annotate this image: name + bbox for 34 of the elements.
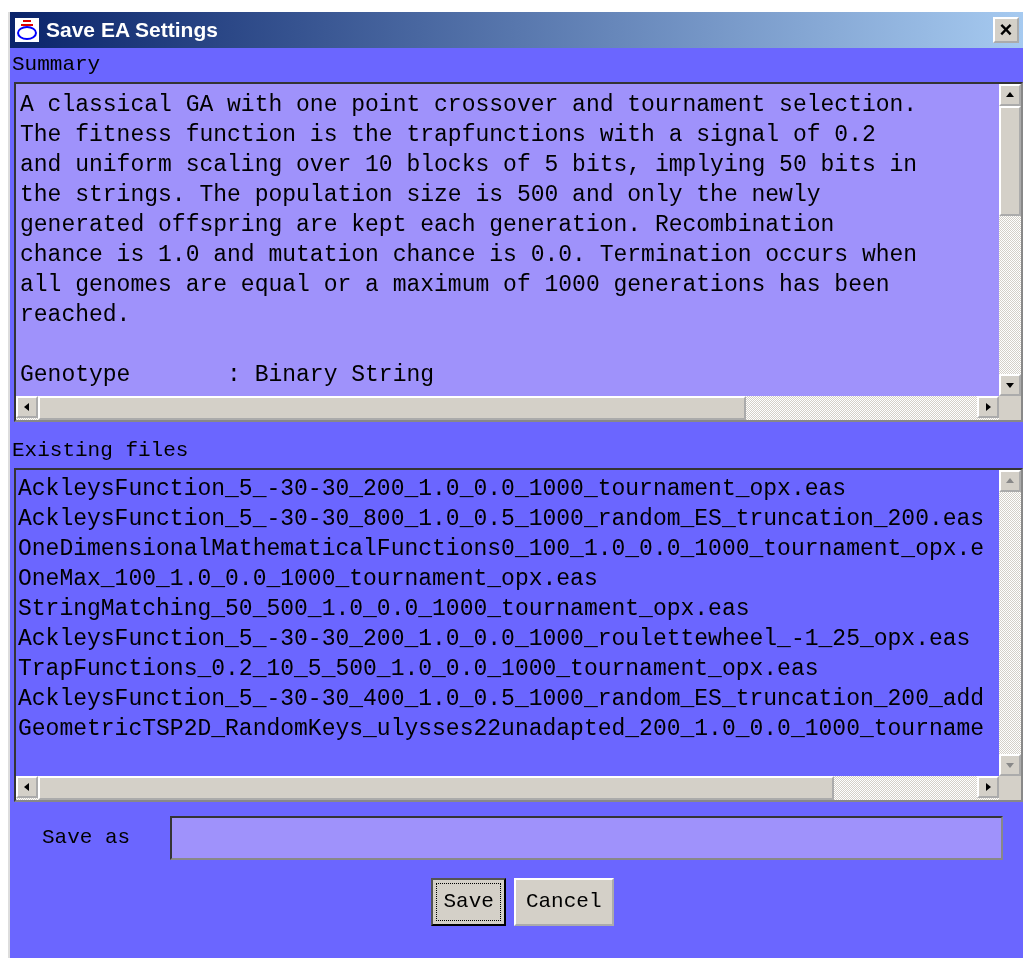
summary-paragraph: Genotype : Binary String: [20, 361, 436, 390]
close-button[interactable]: ×: [993, 17, 1019, 43]
save-as-label: Save as: [41, 825, 132, 851]
scroll-left-button[interactable]: [16, 776, 38, 798]
scroll-right-button[interactable]: [977, 396, 999, 418]
save-as-field[interactable]: [170, 816, 1003, 860]
files-label: Existing files: [11, 438, 190, 464]
scroll-right-button[interactable]: [977, 776, 999, 798]
file-list-item[interactable]: OneDimensionalMathematicalFunctions0_100_1.0_0.0_1000_tournament_opx.e: [18, 534, 997, 564]
file-list-item[interactable]: AckleysFunction_5_-30-30_200_1.0_0.0_1000_roulettewheel_-1_25_opx.eas: [18, 624, 997, 654]
vertical-scrollbar[interactable]: [999, 84, 1021, 396]
file-list-item[interactable]: AckleysFunction_5_-30-30_400_1.0_0.5_1000_random_ES_truncation_200_add: [18, 684, 997, 714]
file-list-item[interactable]: StringMatching_50_500_1.0_0.0_1000_tournament_opx.eas: [18, 594, 997, 624]
file-list-item[interactable]: AckleysFunction_5_-30-30_800_1.0_0.5_1000_random_ES_truncation_200.eas: [18, 504, 997, 534]
summary-paragraph: A classical GA with one point crossover and tournament selection. The fitness function is the trapfunctions with a signal of 0.2 and uniform scaling over 10 blocks of 5 bits, implying 50 bits in the strings. The population size is 500 and only the newly generated offspring are kept each generation. Recombination chance is 1.0 and mutation chance is 0.0. Termination occurs when all genomes are equal or a maximum of 1000 generations has been reached.: [20, 91, 919, 330]
window-title: Save EA Settings: [46, 17, 218, 44]
horizontal-scrollbar[interactable]: [16, 776, 999, 800]
scrollbar-corner: [999, 396, 1021, 420]
scroll-down-button[interactable]: [999, 374, 1021, 396]
file-list-item[interactable]: AckleysFunction_5_-30-30_200_1.0_0.0_1000_tournament_opx.eas: [18, 474, 997, 504]
app-icon: [14, 17, 40, 43]
file-list-item[interactable]: OneMax_100_1.0_0.0_1000_tournament_opx.eas: [18, 564, 997, 594]
scroll-left-button[interactable]: [16, 396, 38, 418]
scrollbar-thumb[interactable]: [38, 776, 835, 800]
horizontal-scrollbar[interactable]: [16, 396, 999, 420]
dialog-button[interactable]: Cancel: [513, 878, 614, 926]
scrollbar-thumb[interactable]: [999, 106, 1021, 216]
dialog-button[interactable]: Save: [431, 878, 506, 926]
summary-label: Summary: [11, 52, 102, 78]
scroll-up-button[interactable]: [999, 84, 1021, 106]
scrollbar-thumb[interactable]: [38, 396, 746, 420]
scrollbar-corner: [999, 776, 1021, 800]
file-list-item[interactable]: TrapFunctions_0.2_10_5_500_1.0_0.0_1000_tournament_opx.eas: [18, 654, 997, 684]
file-list-item[interactable]: GeometricTSP2D_RandomKeys_ulysses22unadapted_200_1.0_0.0_1000_tourname: [18, 714, 997, 744]
